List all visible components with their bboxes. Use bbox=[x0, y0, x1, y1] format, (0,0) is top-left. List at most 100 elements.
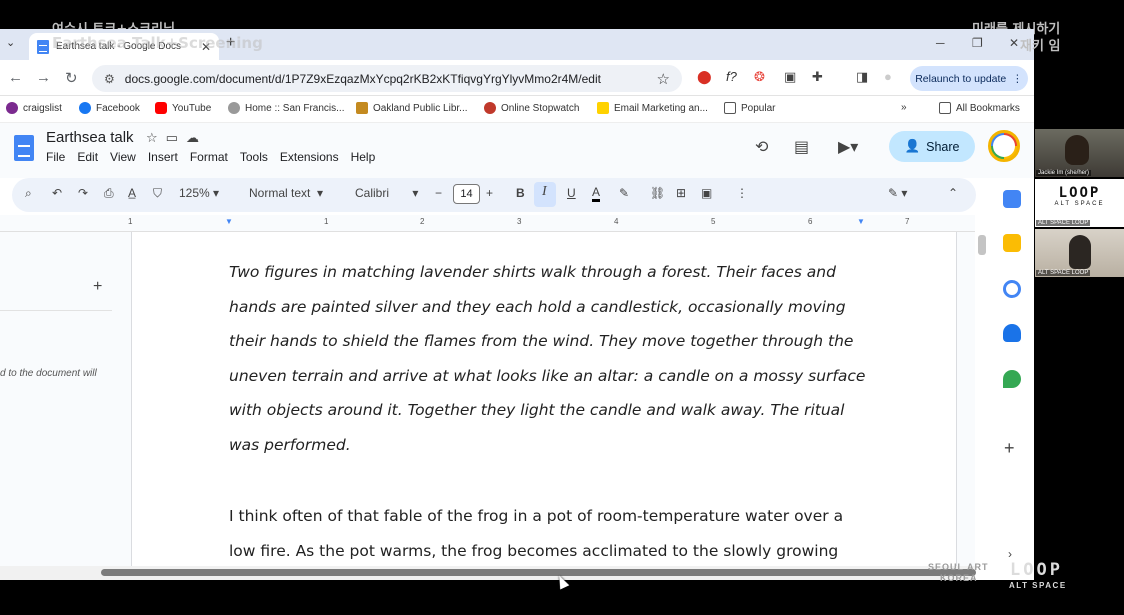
restore-icon[interactable]: ❐ bbox=[972, 36, 983, 50]
decrease-font-icon[interactable]: − bbox=[435, 186, 442, 200]
document-page[interactable]: Two figures in matching lavender shirts … bbox=[131, 232, 957, 567]
tasks-icon[interactable] bbox=[1003, 280, 1021, 298]
formula-extension-icon[interactable]: f? bbox=[726, 69, 737, 84]
extensions-puzzle-icon[interactable]: ✚ bbox=[812, 69, 823, 85]
google-docs-logo-icon[interactable] bbox=[14, 135, 34, 161]
menu-extensions[interactable]: Extensions bbox=[280, 150, 339, 164]
contacts-icon[interactable] bbox=[1003, 324, 1021, 342]
red-extension-icon[interactable]: ❂ bbox=[754, 69, 765, 85]
paint-format-icon[interactable]: ⛉ bbox=[153, 186, 162, 201]
all-bookmarks[interactable]: All Bookmarks bbox=[939, 102, 1020, 114]
account-avatar[interactable] bbox=[988, 130, 1020, 162]
hide-menus-icon[interactable]: ⌃ bbox=[948, 186, 958, 200]
url-omnibox[interactable]: ⚙ docs.google.com/document/d/1P7Z9xEzqaz… bbox=[92, 65, 682, 92]
menu-file[interactable]: File bbox=[46, 150, 65, 164]
meet-camera-icon[interactable]: ▶▾ bbox=[838, 137, 858, 157]
close-window-icon[interactable]: ✕ bbox=[1009, 36, 1019, 50]
increase-font-icon[interactable]: + bbox=[486, 186, 493, 200]
search-menus-icon[interactable]: ⌕ bbox=[25, 186, 32, 201]
indent-marker-icon[interactable]: ▼ bbox=[225, 217, 233, 226]
zoom-select[interactable]: 125% ▾ bbox=[179, 186, 219, 200]
style-select[interactable]: Normal text ▾ bbox=[249, 186, 323, 200]
bookmark-oakland-library[interactable]: Oakland Public Libr... bbox=[356, 102, 468, 114]
font-size-input[interactable]: 14 bbox=[453, 184, 480, 204]
keep-icon[interactable] bbox=[1003, 234, 1021, 252]
bookmarks-overflow-icon[interactable]: » bbox=[901, 102, 907, 113]
site-info-icon[interactable]: ⚙ bbox=[104, 72, 115, 86]
menu-tools[interactable]: Tools bbox=[240, 150, 268, 164]
reload-icon[interactable]: ↻ bbox=[65, 69, 78, 87]
comments-icon[interactable]: ▤ bbox=[794, 137, 809, 157]
extension-icon-4[interactable]: ▣ bbox=[784, 69, 796, 85]
text-color-icon[interactable]: A bbox=[592, 186, 601, 202]
minimize-icon[interactable]: ─ bbox=[936, 36, 945, 50]
bookmark-email-marketing[interactable]: Email Marketing an... bbox=[597, 102, 708, 114]
profile-icon[interactable]: ● bbox=[884, 69, 892, 84]
seoul-art-watermark: SEOUL ART bbox=[928, 562, 989, 572]
opera-extension-icon[interactable]: ⬤ bbox=[697, 69, 712, 85]
tab-search-icon[interactable]: ⌄ bbox=[6, 36, 15, 49]
url-text[interactable]: docs.google.com/document/d/1P7Z9xEzqazMx… bbox=[125, 72, 657, 86]
document-title[interactable]: Earthsea talk bbox=[46, 129, 134, 146]
back-icon[interactable]: ← bbox=[8, 69, 23, 86]
underline-icon[interactable]: U bbox=[567, 186, 576, 200]
menu-help[interactable]: Help bbox=[351, 150, 376, 164]
ruler-tick: 2 bbox=[420, 217, 425, 226]
bookmark-star-icon[interactable]: ☆ bbox=[657, 70, 670, 88]
loop-logo-text: LOOP bbox=[1058, 185, 1101, 201]
style-value: Normal text bbox=[249, 186, 311, 200]
bookmark-online-stopwatch[interactable]: Online Stopwatch bbox=[484, 102, 579, 114]
bookmark-youtube[interactable]: YouTube bbox=[155, 102, 211, 114]
menu-edit[interactable]: Edit bbox=[77, 150, 98, 164]
star-icon[interactable]: ☆ bbox=[146, 130, 166, 145]
insert-image-icon[interactable]: ▣ bbox=[701, 186, 712, 200]
maps-icon[interactable] bbox=[1003, 370, 1021, 388]
calendar-icon[interactable] bbox=[1003, 190, 1021, 208]
folder-icon bbox=[724, 102, 736, 114]
more-icon[interactable]: ⋮ bbox=[1012, 73, 1023, 85]
ruler-tick: 4 bbox=[614, 217, 619, 226]
version-history-icon[interactable]: ⟲ bbox=[755, 137, 768, 157]
horizontal-ruler[interactable]: 1 ▼ 1 2 3 4 5 6 ▼ 7 bbox=[0, 215, 975, 232]
editing-mode-icon[interactable]: ✎ ▾ bbox=[888, 186, 907, 200]
forward-icon[interactable]: → bbox=[36, 69, 51, 86]
side-panel-icon[interactable]: ◨ bbox=[856, 69, 868, 85]
print-icon[interactable]: ⎙ bbox=[104, 186, 114, 201]
share-button[interactable]: 👤 Share bbox=[889, 131, 975, 162]
bookmark-craigslist[interactable]: craigslist bbox=[6, 102, 62, 114]
browser-window: ⌄ Earthsea talk - Google Docs ✕ + ─ ❐ ✕ … bbox=[0, 29, 1034, 580]
bookmark-label: Email Marketing an... bbox=[614, 102, 708, 114]
vertical-scrollbar[interactable] bbox=[978, 235, 986, 255]
more-tools-icon[interactable]: ⋮ bbox=[736, 186, 748, 200]
spellcheck-icon[interactable]: A̲ bbox=[128, 186, 136, 200]
relaunch-button[interactable]: Relaunch to update ⋮ bbox=[910, 66, 1028, 91]
bookmark-popular-folder[interactable]: Popular bbox=[724, 102, 775, 114]
ruler-tick: 3 bbox=[517, 217, 522, 226]
right-indent-marker-icon[interactable]: ▼ bbox=[857, 217, 865, 226]
participant-tile-loop-logo: LOOP ALT SPACE ALT SPACE LOOP bbox=[1035, 179, 1124, 227]
insert-link-icon[interactable]: ⛓ bbox=[650, 186, 665, 200]
font-select[interactable]: Calibri ▾ bbox=[355, 186, 418, 200]
italic-icon[interactable]: I bbox=[542, 184, 547, 200]
bookmark-home-sf[interactable]: Home :: San Francis... bbox=[228, 102, 344, 114]
move-folder-icon[interactable]: ▭ bbox=[166, 130, 186, 145]
horizontal-scrollbar[interactable] bbox=[101, 569, 976, 576]
cloud-status-icon[interactable]: ☁ bbox=[186, 130, 207, 145]
get-addons-icon[interactable]: + bbox=[1004, 438, 1015, 459]
participant-name: ALT SPACE LOOP bbox=[1036, 270, 1091, 276]
bookmark-label: craigslist bbox=[23, 102, 62, 114]
paragraph-plain[interactable]: I think often of that fable of the frog … bbox=[229, 499, 869, 568]
add-comment-icon[interactable]: ⊞ bbox=[676, 186, 686, 200]
highlight-icon[interactable]: ✎ bbox=[619, 186, 629, 200]
menu-format[interactable]: Format bbox=[190, 150, 228, 164]
add-tab-icon[interactable]: + bbox=[93, 278, 102, 296]
undo-icon[interactable]: ↶ bbox=[52, 186, 62, 200]
bookmark-label: YouTube bbox=[172, 102, 212, 114]
show-side-panel-icon[interactable]: › bbox=[1008, 547, 1012, 561]
paragraph-italic[interactable]: Two figures in matching lavender shirts … bbox=[229, 255, 869, 463]
redo-icon[interactable]: ↷ bbox=[78, 186, 88, 200]
bold-icon[interactable]: B bbox=[516, 186, 525, 200]
menu-view[interactable]: View bbox=[110, 150, 136, 164]
bookmark-facebook[interactable]: Facebook bbox=[79, 102, 140, 114]
menu-insert[interactable]: Insert bbox=[148, 150, 178, 164]
